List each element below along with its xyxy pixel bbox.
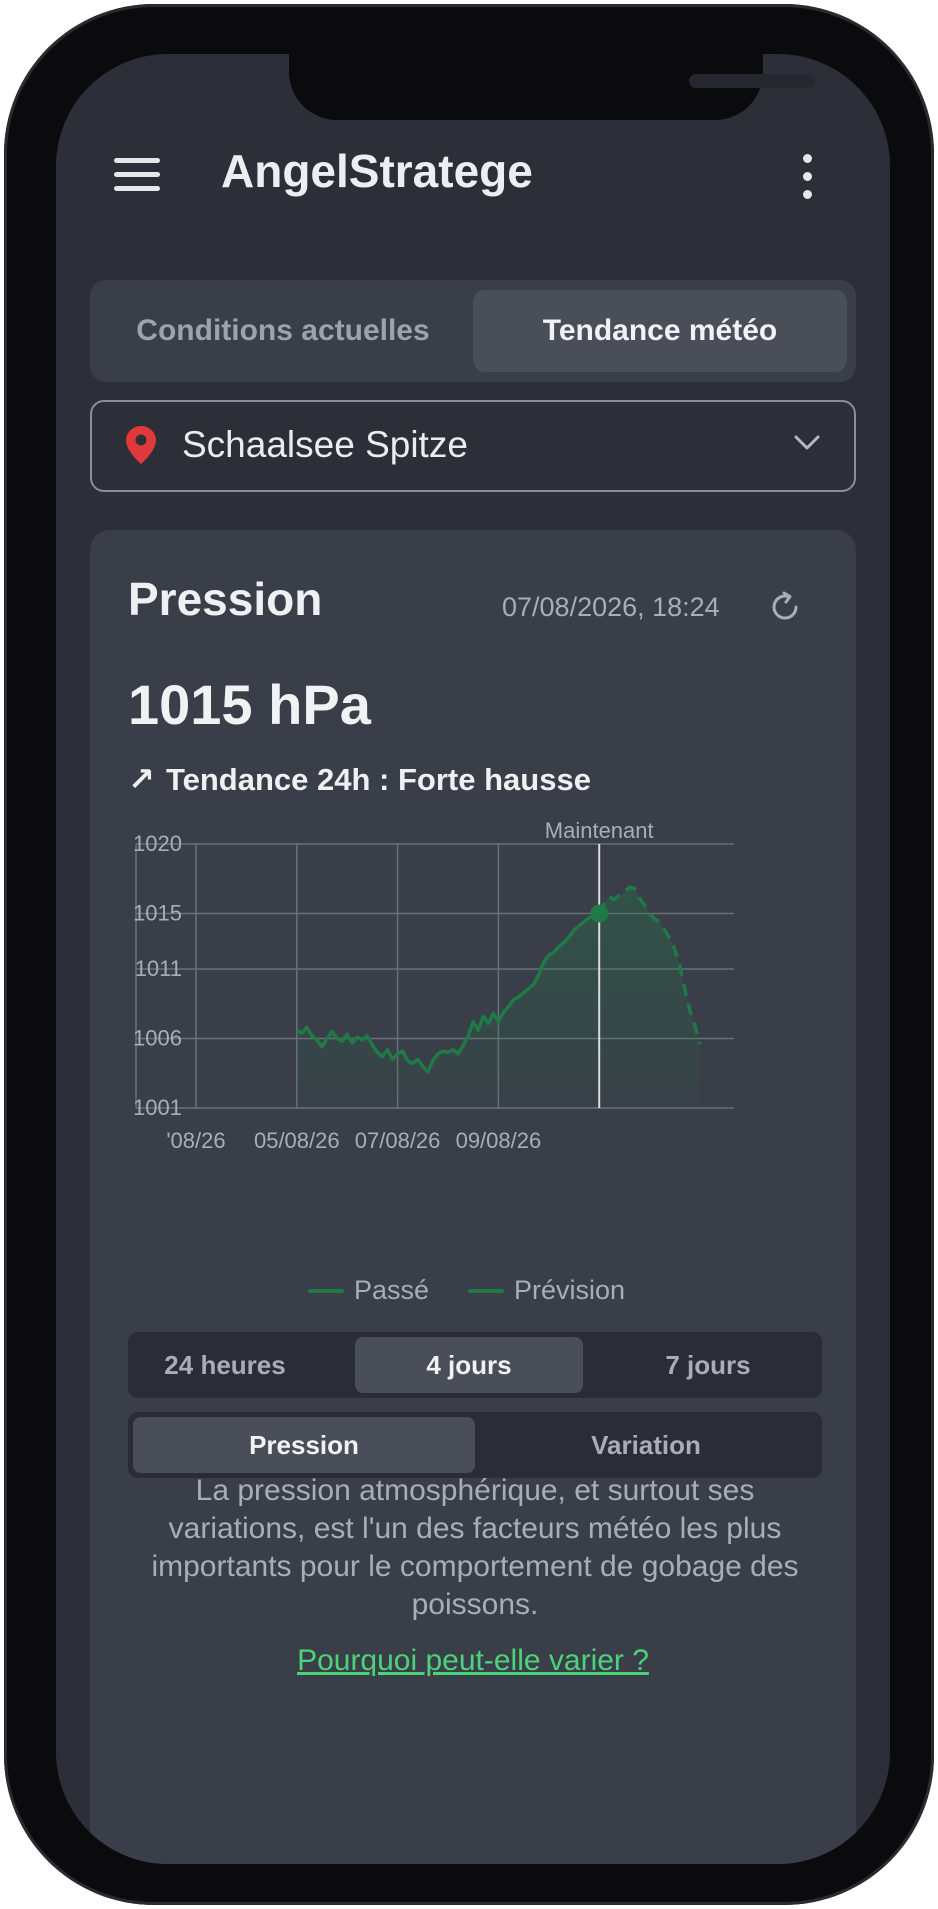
map-pin-icon xyxy=(126,426,156,464)
phone-frame: AngelStratege Conditions actuelles Tenda… xyxy=(4,4,934,1905)
mode-tab-pression[interactable]: Pression xyxy=(133,1417,475,1473)
menu-icon[interactable] xyxy=(114,158,160,192)
tab-tendance-meteo[interactable]: Tendance météo xyxy=(473,290,847,372)
pressure-value: 1015 hPa xyxy=(128,673,371,736)
y-tick-label: 1015 xyxy=(133,900,182,925)
y-tick-label: 1006 xyxy=(133,1026,182,1051)
app-screen: AngelStratege Conditions actuelles Tenda… xyxy=(56,54,890,1864)
now-point xyxy=(590,904,609,923)
timestamp: 07/08/2026, 18:24 xyxy=(502,592,720,622)
notch xyxy=(289,54,880,120)
y-tick-label: 1011 xyxy=(135,956,182,981)
mode-tab-variation[interactable]: Variation xyxy=(475,1417,817,1473)
front-camera xyxy=(856,68,880,92)
y-tick-label: 1020 xyxy=(133,831,182,856)
legend-label: Prévision xyxy=(514,1275,626,1305)
pressure-chart[interactable]: 1020 1015 1011 1006 1001 '08/26 05/08/26 07/08/… xyxy=(90,820,856,1230)
location-name: Schaalsee Spitze xyxy=(182,424,468,465)
x-tick-label: '08/26 xyxy=(166,1128,225,1153)
chevron-down-icon[interactable] xyxy=(794,434,820,452)
location-selector[interactable]: Schaalsee Spitze xyxy=(90,400,856,492)
legend-label: Passé xyxy=(354,1275,430,1305)
x-tick-label: 05/08/26 xyxy=(254,1128,340,1153)
legend-item-prevision[interactable]: Prévision xyxy=(468,1270,648,1310)
pressure-card: Pression 07/08/2026, 18:24 1015 hPa ↗ Te… xyxy=(90,530,856,1864)
range-tab-7-jours[interactable]: 7 jours xyxy=(599,1337,817,1393)
range-tab-24h[interactable]: 24 heures xyxy=(133,1337,317,1393)
trend-arrow-icon: ↗ xyxy=(128,761,155,797)
range-tab-4-jours[interactable]: 4 jours xyxy=(355,1337,583,1393)
range-tabs: 24 heures 4 jours 7 jours xyxy=(128,1332,822,1398)
view-tabs: Conditions actuelles Tendance météo xyxy=(90,280,856,382)
why-vary-link[interactable]: Pourquoi peut-elle varier ? xyxy=(90,1644,856,1678)
refresh-icon[interactable] xyxy=(766,588,804,626)
app-title: AngelStratege xyxy=(221,145,533,197)
trend-text: Tendance 24h : Forte hausse xyxy=(166,762,591,797)
speaker xyxy=(689,74,815,88)
more-vertical-icon[interactable] xyxy=(800,154,814,200)
card-title: Pression xyxy=(128,573,323,625)
x-tick-label: 07/08/26 xyxy=(355,1128,441,1153)
x-tick-label: 09/08/26 xyxy=(456,1128,542,1153)
chart-legend: Passé Prévision xyxy=(90,1270,856,1310)
y-tick-label: 1001 xyxy=(133,1095,182,1120)
legend-item-passe[interactable]: Passé xyxy=(308,1270,438,1310)
description-text: La pression atmosphérique, et surtout se… xyxy=(151,1474,799,1621)
mode-tabs: Pression Variation xyxy=(128,1412,822,1478)
tab-conditions-actuelles[interactable]: Conditions actuelles xyxy=(100,290,466,372)
now-label: Maintenant xyxy=(545,820,654,843)
